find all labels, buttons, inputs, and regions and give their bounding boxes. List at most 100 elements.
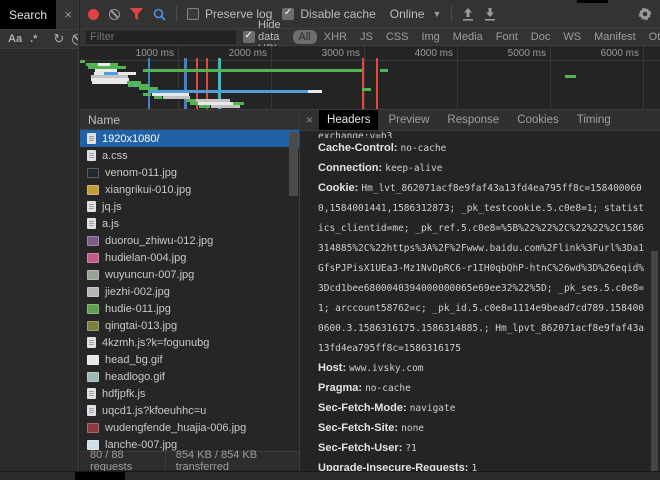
load-event-line bbox=[376, 58, 378, 109]
image-thumbnail-icon bbox=[87, 321, 99, 331]
header-name: Cookie: bbox=[318, 182, 361, 194]
request-row[interactable]: jq.js bbox=[80, 198, 299, 215]
image-thumbnail-icon bbox=[87, 355, 99, 365]
chevron-down-icon[interactable]: ▼ bbox=[432, 9, 441, 19]
filter-chip-doc[interactable]: Doc bbox=[525, 30, 557, 44]
close-details-icon[interactable]: × bbox=[302, 113, 317, 127]
search-icon[interactable] bbox=[153, 8, 166, 21]
name-column-header[interactable]: Name bbox=[80, 110, 299, 130]
request-row[interactable]: a.js bbox=[80, 215, 299, 232]
filter-input[interactable] bbox=[86, 31, 236, 44]
hide-data-urls-checkbox[interactable] bbox=[243, 31, 255, 43]
header-name: Host: bbox=[318, 362, 349, 374]
clipped-header-line: xml;q=0.9,image/webp,image/apng,*/*;q=0.… bbox=[318, 131, 646, 138]
request-row[interactable]: venom-011.jpg bbox=[80, 164, 299, 181]
clear-search-icon[interactable] bbox=[72, 34, 78, 45]
document-icon bbox=[87, 201, 96, 212]
ruler-tick-label: 2000 ms bbox=[229, 48, 271, 59]
request-row[interactable]: hdfjpfk.js bbox=[80, 385, 299, 402]
disable-cache-label: Disable cache bbox=[300, 7, 375, 21]
header-value: keep-alive bbox=[385, 163, 442, 174]
headers-content[interactable]: xml;q=0.9,image/webp,image/apng,*/*;q=0.… bbox=[300, 131, 660, 478]
filter-chip-all[interactable]: All bbox=[293, 30, 317, 44]
request-row[interactable]: head_bg.gif bbox=[80, 351, 299, 368]
import-har-icon[interactable] bbox=[462, 8, 474, 21]
header-entry: Cache-Control: no-cache bbox=[318, 138, 646, 158]
toolbar-separator bbox=[176, 6, 177, 22]
header-name: Pragma: bbox=[318, 382, 365, 394]
request-name: jiezhi-002.jpg bbox=[105, 286, 170, 298]
header-value: no-cache bbox=[401, 143, 447, 154]
regex-button[interactable]: .* bbox=[30, 33, 37, 45]
request-name: xiangrikui-010.jpg bbox=[105, 184, 191, 196]
ruler-gridline bbox=[457, 46, 458, 109]
request-row[interactable]: wuyuncun-007.jpg bbox=[80, 266, 299, 283]
request-row[interactable]: 1920x1080/ bbox=[80, 130, 299, 147]
request-row[interactable]: a.css bbox=[80, 147, 299, 164]
tab-search[interactable]: Search bbox=[0, 0, 56, 29]
status-bar: 80 / 88 requests 854 KB / 854 KB transfe… bbox=[80, 451, 299, 470]
tab-headers[interactable]: Headers bbox=[319, 110, 378, 130]
filter-chip-media[interactable]: Media bbox=[447, 30, 489, 44]
request-row[interactable]: wudengfende_huajia-006.jpg bbox=[80, 419, 299, 436]
header-value: ?1 bbox=[405, 443, 416, 454]
filter-chip-img[interactable]: Img bbox=[415, 30, 445, 44]
request-row[interactable]: lanche-007.jpg bbox=[80, 436, 299, 451]
request-name: 1920x1080/ bbox=[102, 133, 160, 145]
export-har-icon[interactable] bbox=[484, 8, 496, 21]
filter-chip-font[interactable]: Font bbox=[490, 30, 524, 44]
throttling-select[interactable]: Online bbox=[390, 7, 425, 21]
request-row[interactable]: hudielan-004.jpg bbox=[80, 249, 299, 266]
filter-chip-manifest[interactable]: Manifest bbox=[588, 30, 642, 44]
request-row[interactable]: xiangrikui-010.jpg bbox=[80, 181, 299, 198]
requests-scrollbar[interactable] bbox=[289, 132, 298, 196]
header-name: Sec-Fetch-Site: bbox=[318, 422, 401, 434]
ruler-gridline bbox=[178, 46, 179, 109]
clear-requests-icon[interactable] bbox=[109, 9, 120, 20]
settings-gear-icon[interactable] bbox=[638, 7, 652, 21]
network-toolbar: Preserve log Disable cache Online ▼ bbox=[80, 0, 660, 29]
ruler-gridline bbox=[364, 46, 365, 109]
load-event-line bbox=[362, 58, 364, 109]
waterfall-bar bbox=[154, 96, 162, 99]
filter-chip-js[interactable]: JS bbox=[354, 30, 379, 44]
details-tabbar: × HeadersPreviewResponseCookiesTiming bbox=[300, 110, 660, 131]
network-overview[interactable]: 1000 ms2000 ms3000 ms4000 ms5000 ms6000 … bbox=[80, 46, 660, 110]
image-thumbnail-icon bbox=[87, 423, 99, 433]
header-name: Connection: bbox=[318, 162, 385, 174]
tab-timing[interactable]: Timing bbox=[569, 110, 619, 130]
match-case-button[interactable]: Aa bbox=[8, 33, 22, 45]
document-icon bbox=[87, 150, 96, 161]
request-row[interactable]: 4kzmh.js?k=fogunubg bbox=[80, 334, 299, 351]
filter-chip-other[interactable]: Other bbox=[643, 30, 660, 44]
waterfall-bar bbox=[199, 105, 210, 108]
filter-chip-xhr[interactable]: XHR bbox=[318, 30, 353, 44]
close-search-icon[interactable]: × bbox=[64, 7, 72, 22]
request-name: uqcd1.js?kfoeuhhc=u bbox=[102, 405, 206, 417]
request-row[interactable]: jiezhi-002.jpg bbox=[80, 283, 299, 300]
disable-cache-checkbox[interactable] bbox=[282, 8, 294, 20]
search-drawer: Search × Aa .* ↻ bbox=[0, 0, 79, 480]
ruler-tick-label: 4000 ms bbox=[415, 48, 457, 59]
resource-type-filters: AllXHRJSCSSImgMediaFontDocWSManifestOthe… bbox=[293, 30, 660, 44]
refresh-icon[interactable]: ↻ bbox=[53, 34, 64, 44]
request-row[interactable]: qingtai-013.jpg bbox=[80, 317, 299, 334]
request-row[interactable]: uqcd1.js?kfoeuhhc=u bbox=[80, 402, 299, 419]
image-thumbnail-icon bbox=[87, 168, 99, 178]
preserve-log-checkbox[interactable] bbox=[187, 8, 199, 20]
header-value: no-cache bbox=[365, 383, 411, 394]
image-thumbnail-icon bbox=[87, 253, 99, 263]
tab-cookies[interactable]: Cookies bbox=[509, 110, 567, 130]
filter-chip-ws[interactable]: WS bbox=[557, 30, 587, 44]
request-row[interactable]: duorou_zhiwu-012.jpg bbox=[80, 232, 299, 249]
tab-preview[interactable]: Preview bbox=[380, 110, 437, 130]
request-row[interactable]: hudie-011.jpg bbox=[80, 300, 299, 317]
bottom-black-block bbox=[75, 472, 125, 480]
details-scrollbar[interactable] bbox=[651, 251, 658, 476]
image-thumbnail-icon bbox=[87, 270, 99, 280]
tab-response[interactable]: Response bbox=[439, 110, 507, 130]
request-row[interactable]: headlogo.gif bbox=[80, 368, 299, 385]
filter-chip-css[interactable]: CSS bbox=[380, 30, 415, 44]
filter-funnel-icon[interactable] bbox=[130, 8, 143, 20]
record-button[interactable] bbox=[88, 9, 99, 20]
